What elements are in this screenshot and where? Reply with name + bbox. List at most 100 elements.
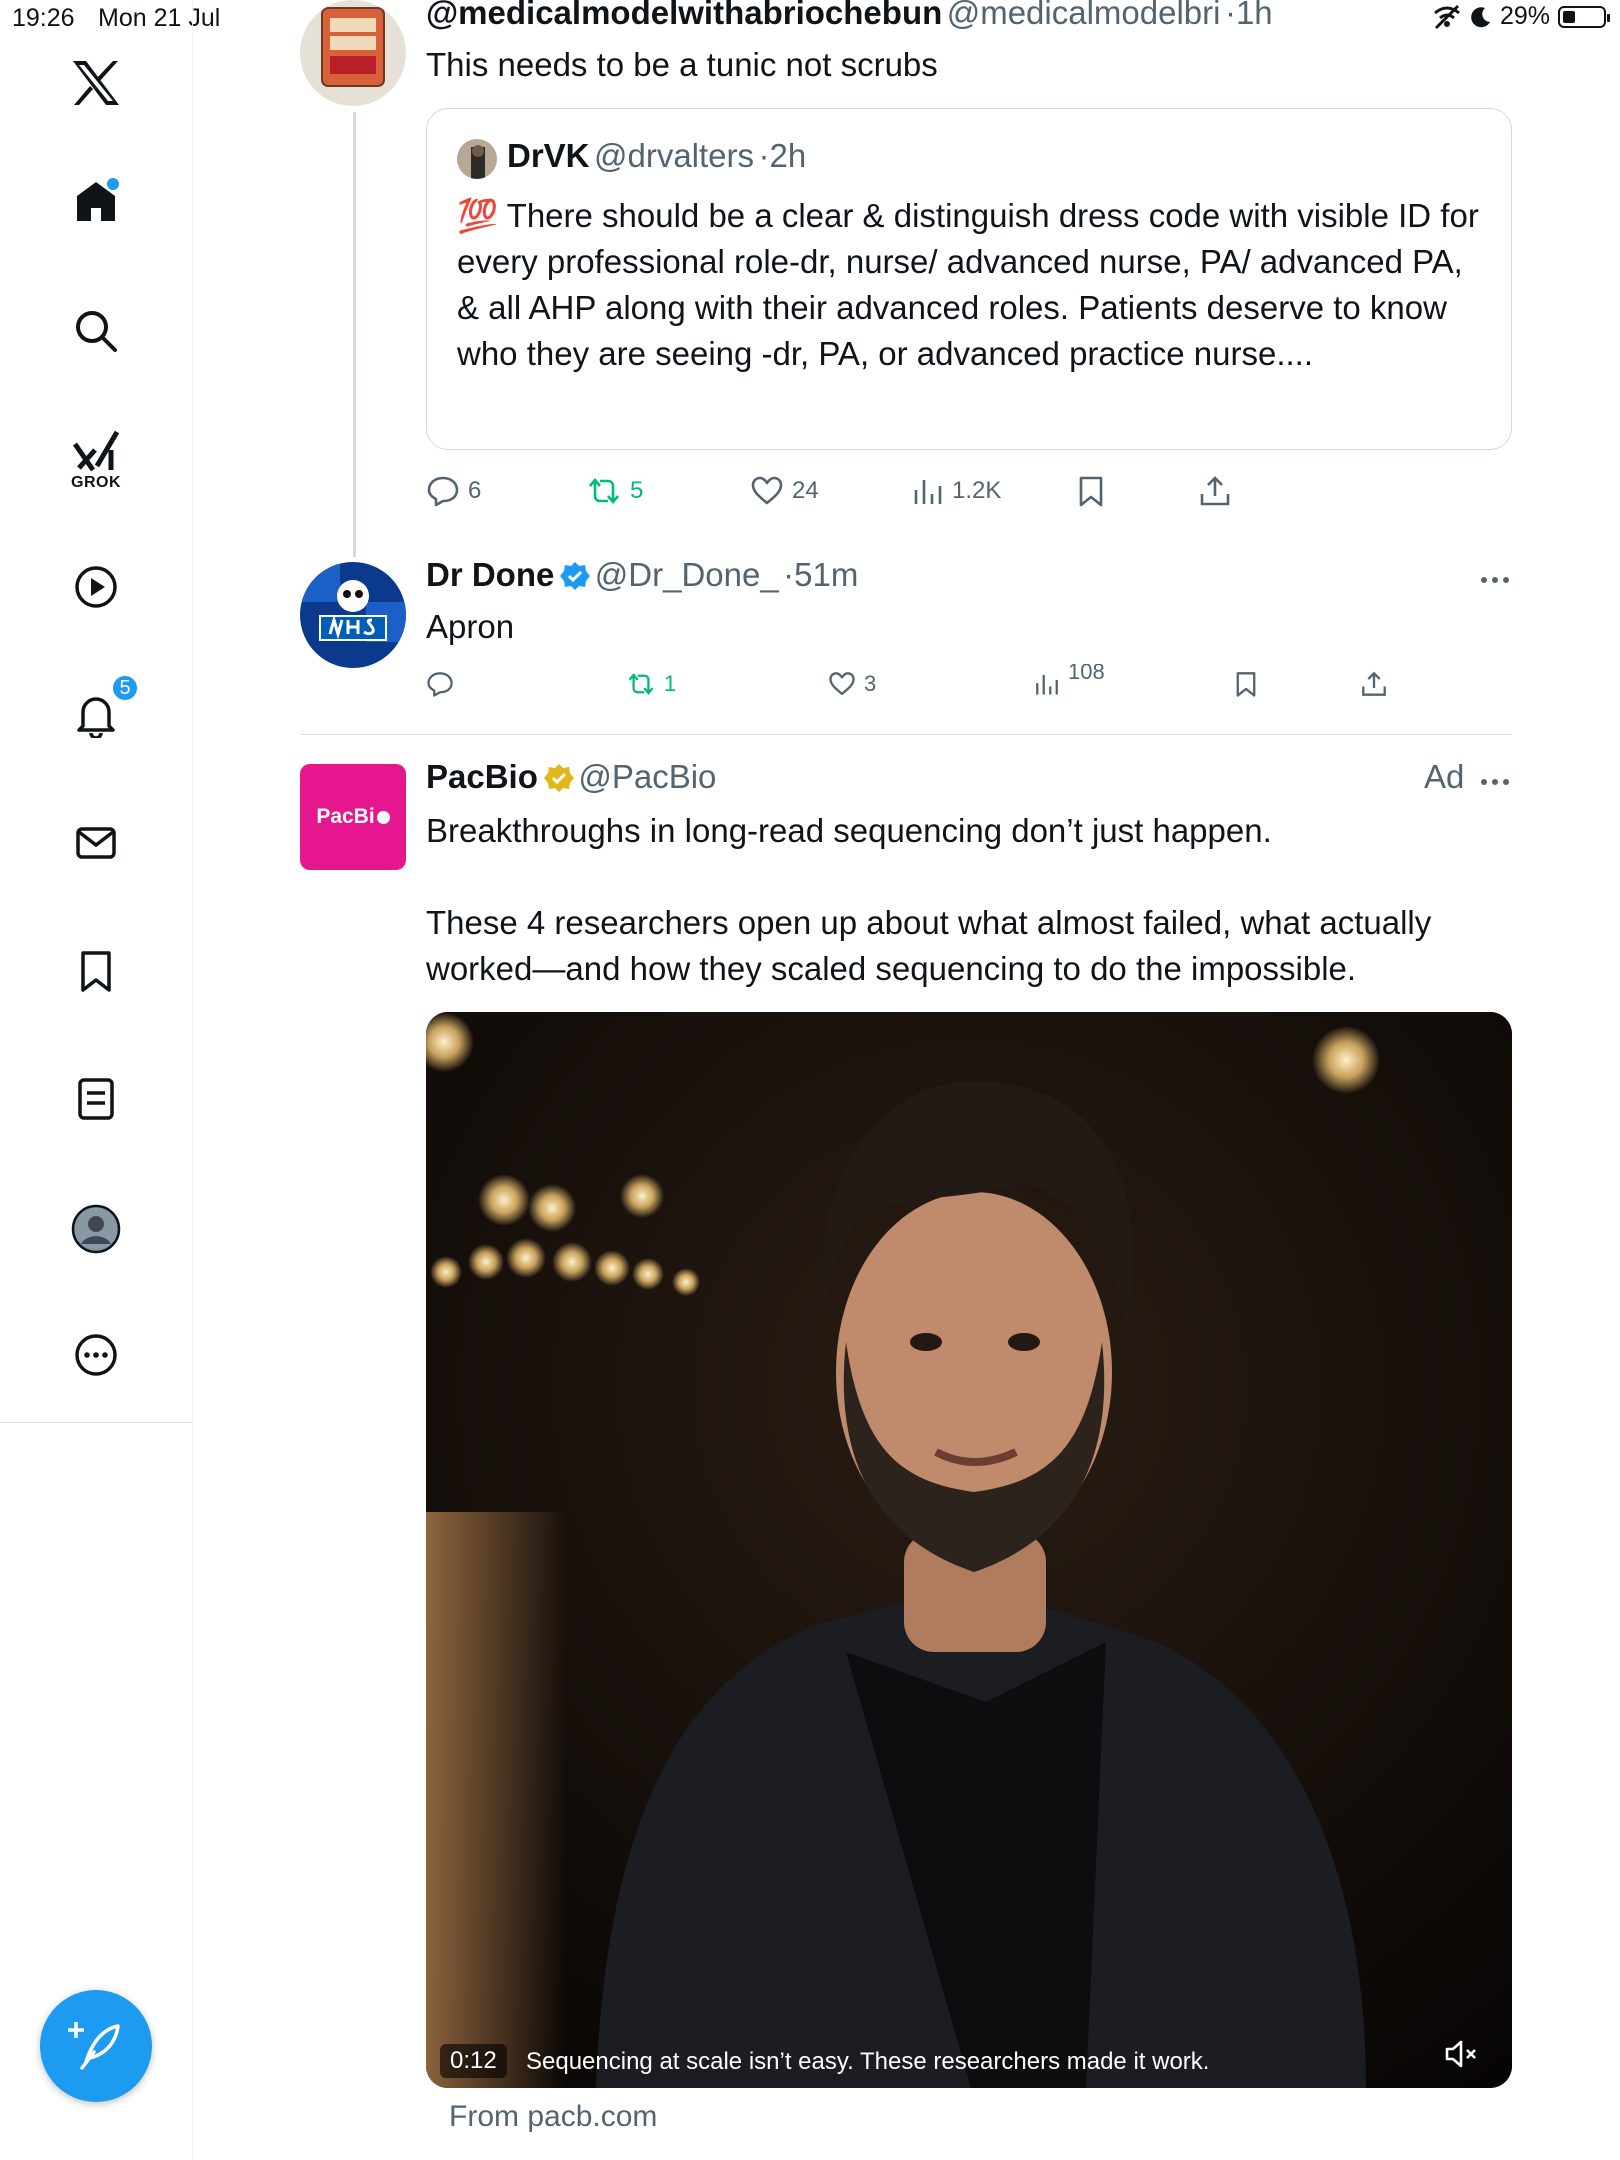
- share-icon: [1200, 476, 1230, 506]
- sidebar-item-home[interactable]: [73, 176, 121, 224]
- post-header: PacBio @PacBio: [426, 758, 716, 796]
- views-icon: [1036, 675, 1058, 695]
- speaker-muted-icon: [1445, 2040, 1476, 2068]
- bookmark-button[interactable]: [1074, 474, 1108, 508]
- quote-text: 💯 There should be a clear & distinguish …: [457, 197, 1479, 372]
- more-icon: [75, 1334, 117, 1376]
- author-handle[interactable]: @PacBio: [578, 758, 716, 795]
- sidebar-item-notifications[interactable]: 5: [73, 674, 139, 738]
- post-more-button[interactable]: [1480, 774, 1510, 792]
- author-handle[interactable]: @Dr_Done_: [595, 556, 779, 593]
- repost-button[interactable]: 5: [586, 474, 643, 508]
- reply-icon: [427, 476, 459, 507]
- author-name[interactable]: @medicalmodelwithabriochebun: [426, 0, 942, 31]
- sidebar-item-search[interactable]: [73, 308, 119, 354]
- more-horizontal-icon: [1481, 779, 1509, 785]
- ad-source-link[interactable]: From pacb.com: [449, 2100, 657, 2134]
- status-indicators: 29%: [1432, 2, 1610, 31]
- share-button[interactable]: [1198, 474, 1232, 508]
- pacbio-logo-text: PacBi: [316, 805, 375, 828]
- quote-author-handle: @drvalters: [593, 137, 755, 174]
- mail-icon: [76, 827, 116, 859]
- quote-author-name: DrVK: [507, 137, 590, 174]
- ad-video[interactable]: 0:12 Sequencing at scale isn’t easy. The…: [426, 1012, 1512, 2088]
- notification-badge: 5: [111, 674, 139, 702]
- grok-icon: [72, 430, 120, 472]
- moon-icon: [1471, 6, 1490, 27]
- sidebar-item-grok[interactable]: GROK: [71, 428, 121, 492]
- profile-icon: [71, 1204, 121, 1254]
- compose-button[interactable]: [40, 1990, 152, 2102]
- heart-icon: [751, 476, 783, 505]
- play-icon: [75, 566, 117, 608]
- heart-icon: [829, 672, 855, 696]
- separator-dot: ·: [783, 556, 795, 593]
- x-logo-icon: [73, 61, 119, 105]
- sidebar-item-lists[interactable]: [73, 1076, 119, 1122]
- separator-dot: ·: [758, 137, 770, 174]
- post-header: @medicalmodelwithabriochebun @medicalmod…: [426, 0, 1273, 32]
- author-name[interactable]: Dr Done: [426, 556, 554, 593]
- sidebar-item-bookmarks[interactable]: [73, 948, 119, 994]
- ad-text-2: These 4 researchers open up about what a…: [426, 904, 1432, 987]
- ad-label: Ad: [1424, 758, 1465, 795]
- views-button[interactable]: 108: [1034, 664, 1105, 698]
- share-button[interactable]: [1360, 670, 1388, 698]
- bookmark-icon: [1236, 672, 1256, 697]
- sidebar: GROK 5: [0, 0, 193, 2160]
- grok-label: GROK: [71, 474, 121, 491]
- sidebar-item-profile[interactable]: [71, 1204, 121, 1254]
- bookmark-icon: [1079, 476, 1103, 507]
- post-separator: [300, 734, 1512, 735]
- reply-button[interactable]: 6: [426, 474, 481, 508]
- post-actions: 1 3 108: [426, 664, 1512, 704]
- share-icon: [1362, 671, 1386, 696]
- list-icon: [78, 1078, 114, 1120]
- repost-button[interactable]: 1: [626, 670, 676, 698]
- x-logo[interactable]: [71, 60, 121, 106]
- post-avatar-pacbio[interactable]: PacBi: [300, 764, 406, 870]
- sidebar-divider: [0, 1422, 192, 1423]
- verified-gold-icon: [543, 764, 574, 792]
- post-more-button[interactable]: [1480, 572, 1510, 590]
- quoted-post[interactable]: DrVK @drvalters ·2h 💯 There should be a …: [426, 108, 1512, 450]
- views-icon: [914, 480, 942, 504]
- post-time[interactable]: 1h: [1236, 0, 1273, 31]
- video-timestamp: 0:12: [440, 2044, 507, 2078]
- post-avatar-drdone[interactable]: [300, 562, 406, 668]
- wifi-off-icon: [1433, 4, 1460, 29]
- quote-header: DrVK @drvalters ·2h: [507, 137, 806, 175]
- post-time[interactable]: 51m: [794, 556, 858, 593]
- separator-dot: ·: [1224, 0, 1236, 31]
- ad-text-1: Breakthroughs in long-read sequencing do…: [426, 812, 1272, 849]
- battery-percent: 29%: [1499, 2, 1550, 30]
- post-avatar-medicalmodel[interactable]: [300, 0, 406, 106]
- reply-button[interactable]: [426, 670, 462, 698]
- quote-avatar: [457, 139, 497, 179]
- compose-icon: [68, 2022, 120, 2070]
- repost-icon: [628, 673, 654, 695]
- sidebar-item-messages[interactable]: [73, 820, 119, 866]
- author-name[interactable]: PacBio: [426, 758, 538, 795]
- repost-icon: [589, 477, 619, 505]
- quote-time: 2h: [769, 137, 807, 174]
- unread-dot: [105, 176, 121, 192]
- reply-icon: [427, 672, 453, 697]
- pacbio-logo-dot: [376, 810, 390, 824]
- post-text: This needs to be a tunic not scrubs: [426, 46, 938, 83]
- like-button[interactable]: 3: [828, 670, 876, 698]
- verified-blue-icon: [560, 562, 591, 590]
- hundred-emoji: 💯: [457, 197, 499, 234]
- author-handle[interactable]: @medicalmodelbri: [947, 0, 1221, 31]
- bookmark-icon: [81, 951, 111, 992]
- sidebar-item-video[interactable]: [73, 564, 119, 610]
- video-caption: Sequencing at scale isn’t easy. These re…: [526, 2048, 1210, 2075]
- bookmark-button[interactable]: [1232, 670, 1260, 698]
- battery-icon: [1558, 5, 1610, 28]
- mute-button[interactable]: [1444, 2039, 1478, 2074]
- views-button[interactable]: 1.2K: [912, 474, 1001, 508]
- like-button[interactable]: 24: [750, 474, 819, 508]
- bell-icon: [77, 697, 115, 738]
- sidebar-item-more[interactable]: [73, 1332, 119, 1378]
- post-actions: 6 5 24 1.2K: [426, 470, 1512, 514]
